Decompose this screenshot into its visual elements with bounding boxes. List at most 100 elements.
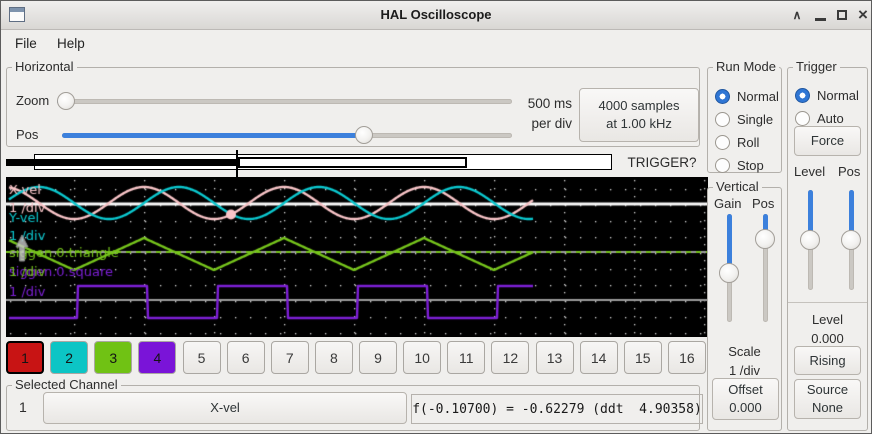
trigger-source-button[interactable]: Source None [794,379,861,419]
channel-button-15[interactable]: 15 [624,341,662,374]
trigger-level-slider[interactable] [800,190,820,290]
run-mode-option-normal[interactable]: Normal [715,87,779,105]
trigger-level-slider-label: Level [794,164,825,179]
trigger-source-label: Source [807,381,848,399]
trigger-edge-label: Rising [809,352,845,370]
channel-button-5[interactable]: 5 [183,341,221,374]
selected-channel-number: 1 [19,399,27,415]
record-display-bar [238,157,467,168]
radio-icon[interactable] [795,111,810,126]
vertical-pos-slider[interactable] [755,214,775,322]
record-acquired-bar [6,159,238,166]
trigger-edge-button[interactable]: Rising [794,346,861,375]
channel-button-row: 12345678910111213141516 [6,341,706,374]
titlebar[interactable]: HAL Oscilloscope ∧ × [1,1,871,30]
horizontal-group-label: Horizontal [12,59,77,74]
vertical-scale-readout: Scale 1 /div [708,342,781,380]
time-per-div-value: 500 ms [462,94,572,114]
channel-button-11[interactable]: 11 [447,341,485,374]
vertical-offset-value: 0.000 [729,399,762,417]
trigger-divider [788,302,867,303]
radio-icon[interactable] [715,112,730,127]
trigger-pos-slider[interactable] [841,190,861,290]
maximize-box [837,10,847,20]
run-mode-option-roll[interactable]: Roll [715,133,759,151]
radio-label: Single [737,112,773,127]
menubar: File Help [1,30,871,58]
radio-selected-icon[interactable] [795,88,810,103]
run-mode-group: Run Mode Normal Single Roll Stop [707,67,782,173]
trigger-option-auto[interactable]: Auto [795,109,844,127]
vertical-group-label: Vertical [713,179,762,194]
vertical-pos-slider-label: Pos [752,196,774,211]
radio-icon[interactable] [715,158,730,173]
channel-button-6[interactable]: 6 [227,341,265,374]
window-title: HAL Oscilloscope [1,1,871,29]
radio-icon[interactable] [715,135,730,150]
menu-file[interactable]: File [9,34,43,54]
channel-button-3[interactable]: 3 [94,341,132,374]
channel-button-16[interactable]: 16 [668,341,706,374]
horizontal-pos-slider[interactable] [62,126,512,144]
hal-oscilloscope-window: HAL Oscilloscope ∧ × File Help Horizonta… [0,0,872,434]
channel-button-4[interactable]: 4 [138,341,176,374]
minimize-bar [815,18,826,21]
channel-button-12[interactable]: 12 [491,341,529,374]
channel-button-8[interactable]: 8 [315,341,353,374]
run-mode-option-single[interactable]: Single [715,110,773,128]
close-window-icon[interactable]: × [855,1,871,29]
scope-display[interactable] [6,177,708,337]
selected-channel-group: Selected Channel 1 X-vel f(-0.10700) = -… [6,385,700,431]
slider-handle[interactable] [841,230,861,250]
slider-handle[interactable] [57,92,75,110]
horizontal-zoom-slider[interactable] [57,92,512,110]
radio-selected-icon[interactable] [715,89,730,104]
horizontal-group: Horizontal Zoom Pos 500 ms per div 4000 … [6,67,700,147]
selected-channel-readout: f(-0.10700) = -0.62279 (ddt 4.90358) [411,394,703,424]
slider-handle[interactable] [800,230,820,250]
vertical-offset-label: Offset [728,381,762,399]
selected-channel-name-button[interactable]: X-vel [43,392,407,424]
force-trigger-label: Force [811,132,844,150]
trigger-status-label: TRIGGER? [619,153,705,173]
radio-label: Stop [737,158,764,173]
trigger-level-readout: Level 0.000 [788,310,867,348]
run-mode-group-label: Run Mode [713,59,779,74]
channel-button-14[interactable]: 14 [580,341,618,374]
force-trigger-button[interactable]: Force [794,126,861,156]
shade-window-icon[interactable]: ∧ [789,1,805,29]
scope-canvas[interactable] [6,177,708,337]
radio-label: Normal [737,89,779,104]
menu-help[interactable]: Help [51,34,91,54]
run-mode-option-stop[interactable]: Stop [715,156,764,174]
pos-slider-label: Pos [16,127,38,142]
vertical-scale-label: Scale [708,342,781,361]
channel-button-13[interactable]: 13 [536,341,574,374]
vertical-gain-slider[interactable] [719,214,739,322]
selected-channel-group-label: Selected Channel [12,377,121,392]
slider-handle[interactable] [355,126,373,144]
samples-button[interactable]: 4000 samples at 1.00 kHz [579,88,699,142]
radio-label: Roll [737,135,759,150]
channel-button-9[interactable]: 9 [359,341,397,374]
time-per-div-unit: per div [462,114,572,134]
channel-button-2[interactable]: 2 [50,341,88,374]
time-per-div-readout: 500 ms per div [462,94,572,134]
slider-handle[interactable] [755,229,775,249]
minimize-window-icon[interactable] [812,1,828,29]
radio-label: Normal [817,88,859,103]
slider-handle[interactable] [719,263,739,283]
channel-button-7[interactable]: 7 [271,341,309,374]
samples-rate: at 1.00 kHz [606,115,672,133]
trigger-source-value: None [812,399,843,417]
trigger-pos-slider-label: Pos [838,164,860,179]
trigger-group: Trigger Normal Auto Force Level Pos Leve… [787,67,868,431]
selected-channel-name: X-vel [210,399,240,417]
maximize-window-icon[interactable] [834,1,850,29]
trigger-option-normal[interactable]: Normal [795,86,859,104]
trigger-level-readout-label: Level [788,310,867,329]
channel-button-10[interactable]: 10 [403,341,441,374]
vertical-offset-button[interactable]: Offset 0.000 [712,378,779,420]
channel-button-1[interactable]: 1 [6,341,44,374]
slider-fill [62,133,364,138]
